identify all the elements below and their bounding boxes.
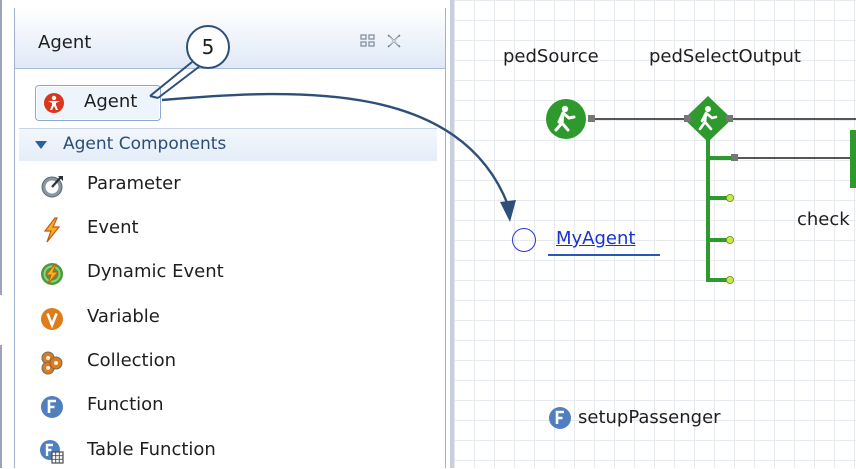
port[interactable] [726,235,735,244]
agent-icon [44,93,64,113]
close-icon[interactable] [385,33,403,49]
event-icon [43,217,61,243]
setup-passenger-function[interactable]: setupPassenger [578,407,721,428]
palette-item-event[interactable]: Event [39,213,419,247]
palette-item-label: Event [87,217,139,238]
port[interactable] [588,115,595,122]
palette-item-function[interactable]: Function [39,390,419,424]
window-edge [0,0,2,468]
palette-item-label: Function [87,394,164,415]
collection-icon [41,351,63,375]
dynamic-event-icon [41,263,63,285]
check-block[interactable] [850,130,856,188]
ped-source-block[interactable] [546,99,586,139]
palette-item-label: Parameter [87,173,181,194]
function-icon [41,396,63,418]
section-label: Agent Components [63,134,227,154]
section-agent-components[interactable]: Agent Components [19,128,437,161]
function-icon [549,407,571,429]
palette-item-parameter[interactable]: Parameter [39,169,419,203]
palette-item-table-function[interactable]: Table Function [39,435,419,469]
table-function-icon [40,440,64,464]
palette-item-collection[interactable]: Collection [39,346,419,380]
palette-item-label: Table Function [87,439,216,460]
expand-arrow-icon[interactable] [35,141,47,149]
ped-select-output-block[interactable] [684,96,732,142]
port[interactable] [726,275,735,284]
port[interactable] [731,154,738,161]
port[interactable] [684,115,691,122]
palette-item-label: Dynamic Event [87,261,224,282]
selection-underline [548,254,660,256]
palette-item-label: Collection [87,350,177,371]
palette-panel: Agent Agent Agent Components Parameter E… [14,8,446,468]
process-flowchart [546,96,856,284]
agent-population-icon[interactable] [512,228,536,252]
output-bus [706,136,734,282]
maximize-icon[interactable] [359,33,377,49]
palette-item-label: Variable [87,306,160,327]
port[interactable] [726,115,733,122]
palette-header: Agent [15,8,445,69]
step-callout-bubble: 5 [186,25,230,69]
palette-title: Agent [38,32,92,53]
agent-palette-item[interactable]: Agent [35,85,161,121]
palette-item-variable[interactable]: Variable [39,302,419,336]
my-agent-link[interactable]: MyAgent [556,228,635,249]
parameter-icon [41,176,63,198]
agent-item-label: Agent [84,91,138,112]
palette-item-dynamic-event[interactable]: Dynamic Event [39,257,419,291]
port[interactable] [726,193,735,202]
variable-icon [41,308,63,330]
